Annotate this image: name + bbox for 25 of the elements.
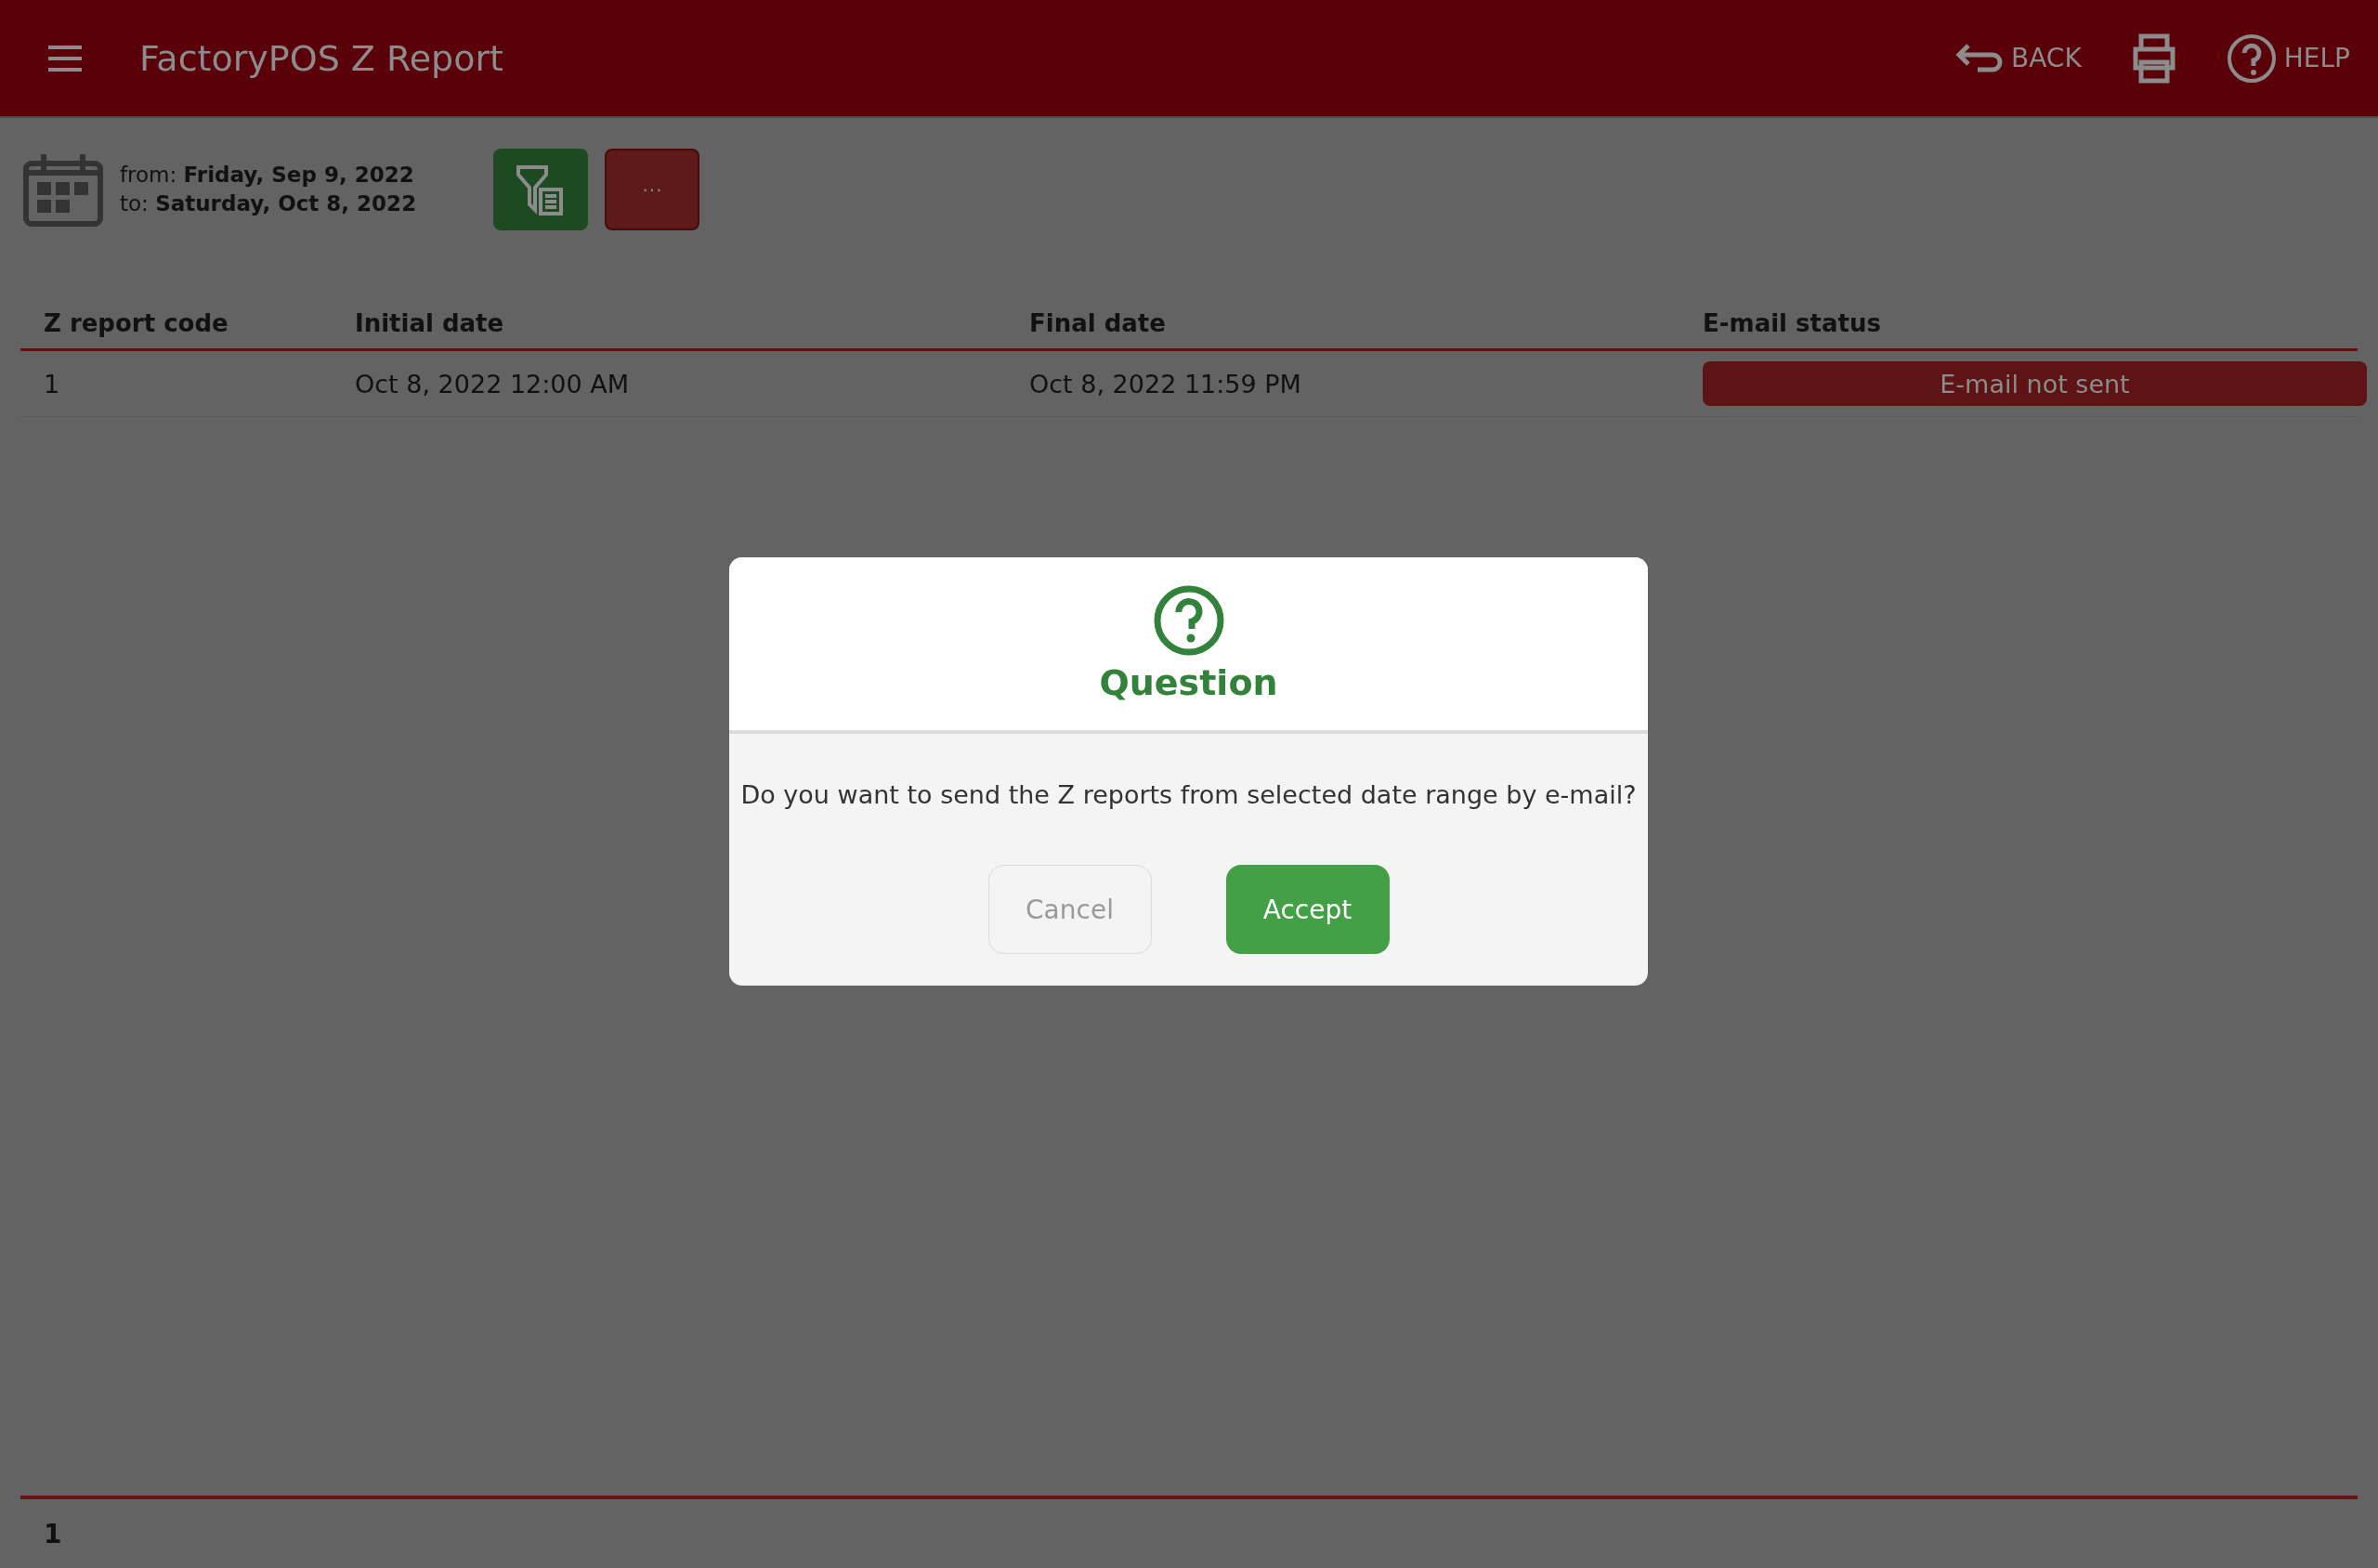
- email-status-badge: E-mail not sent: [1703, 361, 2367, 406]
- column-header: E-mail status: [1703, 309, 1882, 337]
- column-header: Final date: [1029, 309, 1167, 337]
- table-cell-text: Oct 8, 2022 11:59 PM: [1029, 369, 1302, 399]
- app-title: FactoryPOS Z Report: [139, 37, 504, 79]
- more-button[interactable]: ···: [605, 149, 699, 230]
- to-date: to: Saturday, Oct 8, 2022: [120, 190, 418, 217]
- cancel-button[interactable]: Cancel: [987, 865, 1152, 954]
- record-count: 1: [44, 1518, 62, 1549]
- accept-button[interactable]: Accept: [1225, 865, 1390, 954]
- filter-button[interactable]: [493, 149, 588, 230]
- dialog-title: Question: [1099, 662, 1278, 703]
- back-button[interactable]: BACK: [1954, 41, 2082, 75]
- calendar-icon: [23, 152, 103, 227]
- help-icon: [2226, 33, 2277, 84]
- column-header: Initial date: [355, 309, 505, 337]
- menu-icon[interactable]: [46, 44, 84, 72]
- dialog-message: Do you want to send the Z reports from selected date range by e-mail?: [739, 780, 1638, 809]
- table-cell-text: 1: [44, 369, 61, 399]
- question-icon: [1152, 584, 1225, 657]
- from-date: from: Friday, Sep 9, 2022: [120, 162, 415, 189]
- table-cell-text: Oct 8, 2022 12:00 AM: [355, 369, 631, 399]
- help-button[interactable]: HELP: [2226, 33, 2350, 84]
- return-arrow-icon: [1954, 41, 2004, 75]
- column-header: Z report code: [44, 309, 229, 337]
